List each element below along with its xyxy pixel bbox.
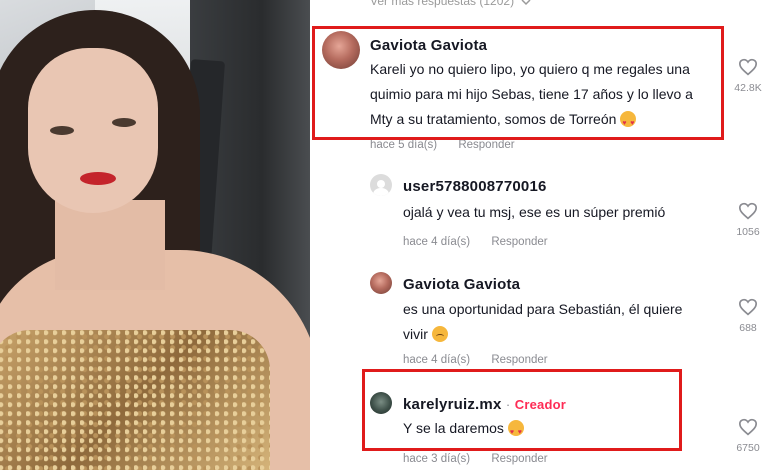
comment-meta: hace 4 día(s) Responder [403,354,548,366]
reply-button[interactable]: Responder [491,453,547,465]
highlight-box [362,369,682,451]
comment-meta: hace 3 día(s) Responder [403,453,548,465]
heart-outline-icon [738,58,758,76]
comment-time: hace 3 día(s) [403,453,471,465]
like-button[interactable]: 6750 [728,418,768,454]
neck [55,200,165,290]
highlight-box [312,26,724,140]
see-more-label: Ver más respuestas (1202) [370,0,515,8]
comment-text: ojalá y vea tu msj, ese es un súper prem… [403,204,666,220]
face [28,48,158,213]
comments-panel: Ver más respuestas (1202) Gaviota Gaviot… [310,0,780,470]
comment-text: es una oportunidad para Sebastián, él qu… [403,301,683,342]
comment-time: hace 4 día(s) [403,354,471,366]
like-count: 688 [739,322,757,334]
reply-button[interactable]: Responder [491,236,547,248]
avatar[interactable] [370,272,392,294]
like-count: 1056 [736,226,760,238]
comment-meta: hace 4 día(s) Responder [403,236,548,248]
comment-time: hace 4 día(s) [403,236,471,248]
reply-button[interactable]: Responder [458,139,514,151]
left-eye [50,126,74,135]
heart-outline-icon [738,418,758,436]
comment-author[interactable]: Gaviota Gaviota [403,276,520,293]
comment-meta: hace 5 día(s) Responder [370,139,515,151]
heart-outline-icon [738,298,758,316]
comment-author[interactable]: user5788008770016 [403,178,547,195]
see-more-replies[interactable]: Ver más respuestas (1202) [370,0,531,8]
frowning-face-emoji [431,326,448,342]
comment-time: hace 5 día(s) [370,139,438,151]
like-button[interactable]: 1056 [728,202,768,238]
right-eye [112,118,136,127]
like-count: 42.8K [734,82,762,94]
like-count: 6750 [736,442,760,454]
lips [80,172,116,185]
profile-photo [0,0,310,470]
like-button[interactable]: 42.8K [728,58,768,94]
heart-outline-icon [738,202,758,220]
reply-button[interactable]: Responder [491,354,547,366]
avatar[interactable] [370,174,392,196]
chevron-down-icon [521,0,531,5]
sequin-top [0,330,270,470]
like-button[interactable]: 688 [728,298,768,334]
